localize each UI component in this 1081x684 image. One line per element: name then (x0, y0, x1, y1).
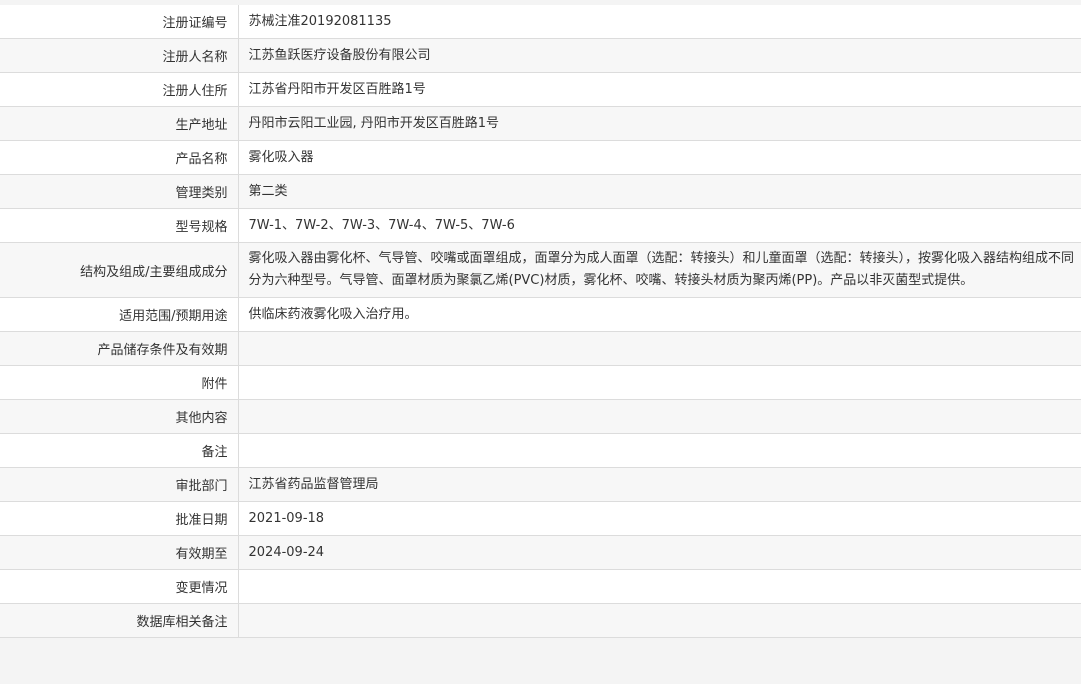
field-value: 供临床药液雾化吸入治疗用。 (238, 297, 1081, 332)
field-value (238, 603, 1081, 638)
field-value: 2024-09-24 (238, 535, 1081, 570)
table-row: 注册人住所 江苏省丹阳市开发区百胜路1号 (0, 72, 1081, 107)
field-value (238, 365, 1081, 400)
registration-detail-table: 注册证编号 苏械注准20192081135 注册人名称 江苏鱼跃医疗设备股份有限… (0, 5, 1081, 638)
field-label: 型号规格 (0, 208, 239, 243)
field-label: 管理类别 (0, 174, 239, 209)
field-value: 2021-09-18 (238, 501, 1081, 536)
field-label: 注册人名称 (0, 38, 239, 73)
table-row: 注册证编号 苏械注准20192081135 (0, 5, 1081, 39)
table-row: 产品储存条件及有效期 (0, 331, 1081, 366)
table-row: 结构及组成/主要组成成分 雾化吸入器由雾化杯、气导管、咬嘴或面罩组成，面罩分为成… (0, 242, 1081, 298)
field-value: 苏械注准20192081135 (238, 5, 1081, 39)
field-label: 适用范围/预期用途 (0, 297, 239, 332)
field-label: 数据库相关备注 (0, 603, 239, 638)
table-row: 变更情况 (0, 569, 1081, 604)
field-label: 变更情况 (0, 569, 239, 604)
field-label: 产品储存条件及有效期 (0, 331, 239, 366)
field-label: 注册人住所 (0, 72, 239, 107)
field-value (238, 433, 1081, 468)
field-value: 雾化吸入器由雾化杯、气导管、咬嘴或面罩组成，面罩分为成人面罩（选配：转接头）和儿… (238, 242, 1081, 298)
table-row: 有效期至 2024-09-24 (0, 535, 1081, 570)
field-value: 雾化吸入器 (238, 140, 1081, 175)
field-value (238, 569, 1081, 604)
table-row: 适用范围/预期用途 供临床药液雾化吸入治疗用。 (0, 297, 1081, 332)
table-row: 产品名称 雾化吸入器 (0, 140, 1081, 175)
table-row: 型号规格 7W-1、7W-2、7W-3、7W-4、7W-5、7W-6 (0, 208, 1081, 243)
table-row: 备注 (0, 433, 1081, 468)
field-value: 7W-1、7W-2、7W-3、7W-4、7W-5、7W-6 (238, 208, 1081, 243)
table-row: 管理类别 第二类 (0, 174, 1081, 209)
field-value (238, 331, 1081, 366)
field-value: 江苏省药品监督管理局 (238, 467, 1081, 502)
field-label: 审批部门 (0, 467, 239, 502)
field-label: 生产地址 (0, 106, 239, 141)
table-row: 其他内容 (0, 399, 1081, 434)
table-row: 注册人名称 江苏鱼跃医疗设备股份有限公司 (0, 38, 1081, 73)
field-label: 结构及组成/主要组成成分 (0, 242, 239, 298)
field-label: 其他内容 (0, 399, 239, 434)
page: 注册证编号 苏械注准20192081135 注册人名称 江苏鱼跃医疗设备股份有限… (0, 0, 1081, 684)
field-label: 产品名称 (0, 140, 239, 175)
field-label: 附件 (0, 365, 239, 400)
table-row: 数据库相关备注 (0, 603, 1081, 638)
table-row: 审批部门 江苏省药品监督管理局 (0, 467, 1081, 502)
field-value: 丹阳市云阳工业园, 丹阳市开发区百胜路1号 (238, 106, 1081, 141)
field-label: 注册证编号 (0, 5, 239, 39)
field-value: 江苏鱼跃医疗设备股份有限公司 (238, 38, 1081, 73)
field-label: 有效期至 (0, 535, 239, 570)
field-label: 批准日期 (0, 501, 239, 536)
table-row: 生产地址 丹阳市云阳工业园, 丹阳市开发区百胜路1号 (0, 106, 1081, 141)
page-footer-area (0, 666, 1081, 684)
field-value: 第二类 (238, 174, 1081, 209)
table-row: 批准日期 2021-09-18 (0, 501, 1081, 536)
field-label: 备注 (0, 433, 239, 468)
field-value (238, 399, 1081, 434)
table-row: 附件 (0, 365, 1081, 400)
field-value: 江苏省丹阳市开发区百胜路1号 (238, 72, 1081, 107)
